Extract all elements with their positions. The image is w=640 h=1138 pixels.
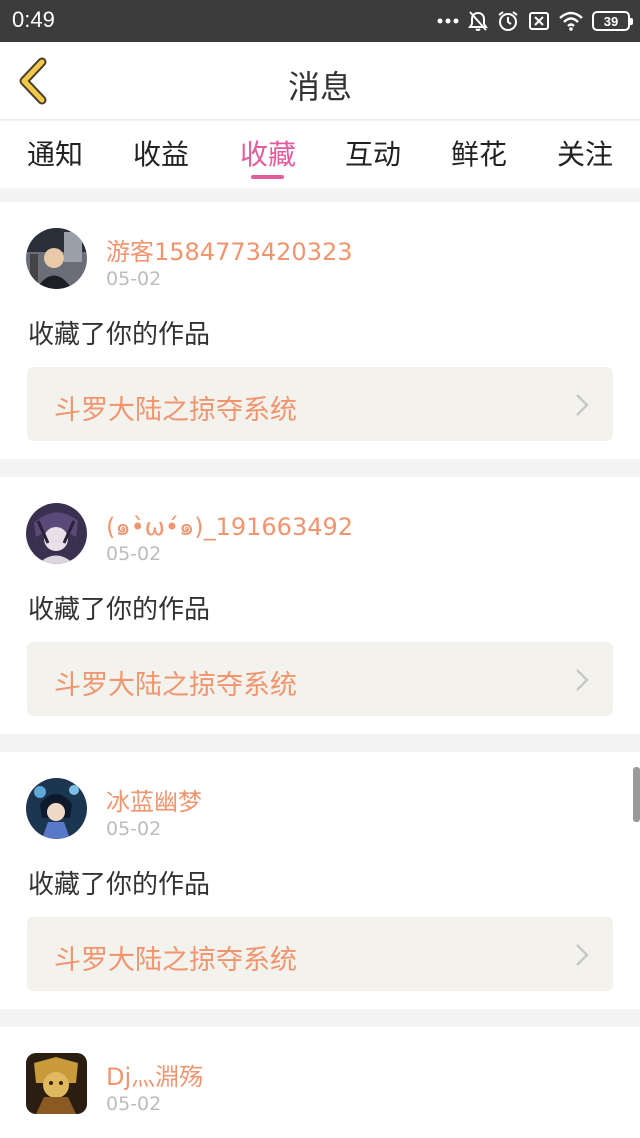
tab-notifications[interactable]: 通知 bbox=[10, 133, 100, 173]
tab-flowers[interactable]: 鲜花 bbox=[434, 133, 524, 173]
work-link[interactable]: 斗罗大陆之掠夺系统 bbox=[27, 917, 613, 991]
alarm-icon bbox=[498, 11, 518, 31]
work-title: 斗罗大陆之掠夺系统 bbox=[54, 945, 297, 976]
action-text: 收藏了你的作品 bbox=[28, 320, 211, 350]
status-icons: 39 bbox=[437, 8, 633, 34]
more-dots-icon bbox=[437, 18, 459, 24]
battery-icon: 39 bbox=[592, 11, 633, 31]
user-name[interactable]: 游客1584773420323 bbox=[106, 232, 353, 267]
tab-following[interactable]: 关注 bbox=[540, 133, 630, 173]
post-date: 05-02 bbox=[106, 818, 162, 840]
avatar[interactable] bbox=[26, 1053, 87, 1114]
page-title: 消息 bbox=[287, 68, 352, 106]
avatar[interactable] bbox=[26, 228, 87, 289]
work-title: 斗罗大陆之掠夺系统 bbox=[54, 395, 297, 426]
user-name[interactable]: Dj灬淵殇 bbox=[106, 1057, 203, 1092]
work-link[interactable]: 斗罗大陆之掠夺系统 bbox=[27, 367, 613, 441]
message-card: 游客1584773420323 05-02 收藏了你的作品 斗罗大陆之掠夺系统 bbox=[0, 202, 640, 459]
tab-interactions[interactable]: 互动 bbox=[328, 133, 418, 173]
scrollbar[interactable] bbox=[633, 767, 640, 822]
action-text: 收藏了你的作品 bbox=[28, 870, 211, 900]
work-title: 斗罗大陆之掠夺系统 bbox=[54, 670, 297, 701]
avatar[interactable] bbox=[26, 503, 87, 564]
post-date: 05-02 bbox=[106, 268, 162, 290]
post-date: 05-02 bbox=[106, 543, 162, 565]
chevron-right-icon bbox=[576, 944, 589, 966]
status-time: 0:49 bbox=[12, 7, 55, 32]
action-text: 收藏了你的作品 bbox=[28, 595, 211, 625]
tab-favorites[interactable]: 收藏 bbox=[223, 133, 313, 173]
avatar[interactable] bbox=[26, 778, 87, 839]
user-name[interactable]: 冰蓝幽梦 bbox=[106, 782, 202, 817]
chevron-right-icon bbox=[576, 669, 589, 691]
tab-bar: 通知 收益 收藏 互动 鲜花 关注 bbox=[0, 121, 640, 188]
work-link[interactable]: 斗罗大陆之掠夺系统 bbox=[27, 642, 613, 716]
no-sim-icon bbox=[529, 12, 549, 30]
bell-muted-icon bbox=[468, 11, 488, 31]
tab-earnings[interactable]: 收益 bbox=[116, 133, 206, 173]
wifi-icon bbox=[559, 11, 583, 31]
message-card: (๑•̀ω•́๑)_191663492 05-02 收藏了你的作品 斗罗大陆之掠… bbox=[0, 477, 640, 734]
active-tab-indicator bbox=[251, 175, 284, 179]
message-card: Dj灬淵殇 05-02 bbox=[0, 1027, 640, 1138]
user-name[interactable]: (๑•̀ω•́๑)_191663492 bbox=[106, 507, 353, 546]
status-bar: 0:49 39 bbox=[0, 0, 640, 42]
battery-level: 39 bbox=[603, 13, 619, 29]
header: 消息 bbox=[0, 42, 640, 120]
post-date: 05-02 bbox=[106, 1093, 162, 1115]
message-card: 冰蓝幽梦 05-02 收藏了你的作品 斗罗大陆之掠夺系统 bbox=[0, 752, 640, 1009]
chevron-right-icon bbox=[576, 394, 589, 416]
